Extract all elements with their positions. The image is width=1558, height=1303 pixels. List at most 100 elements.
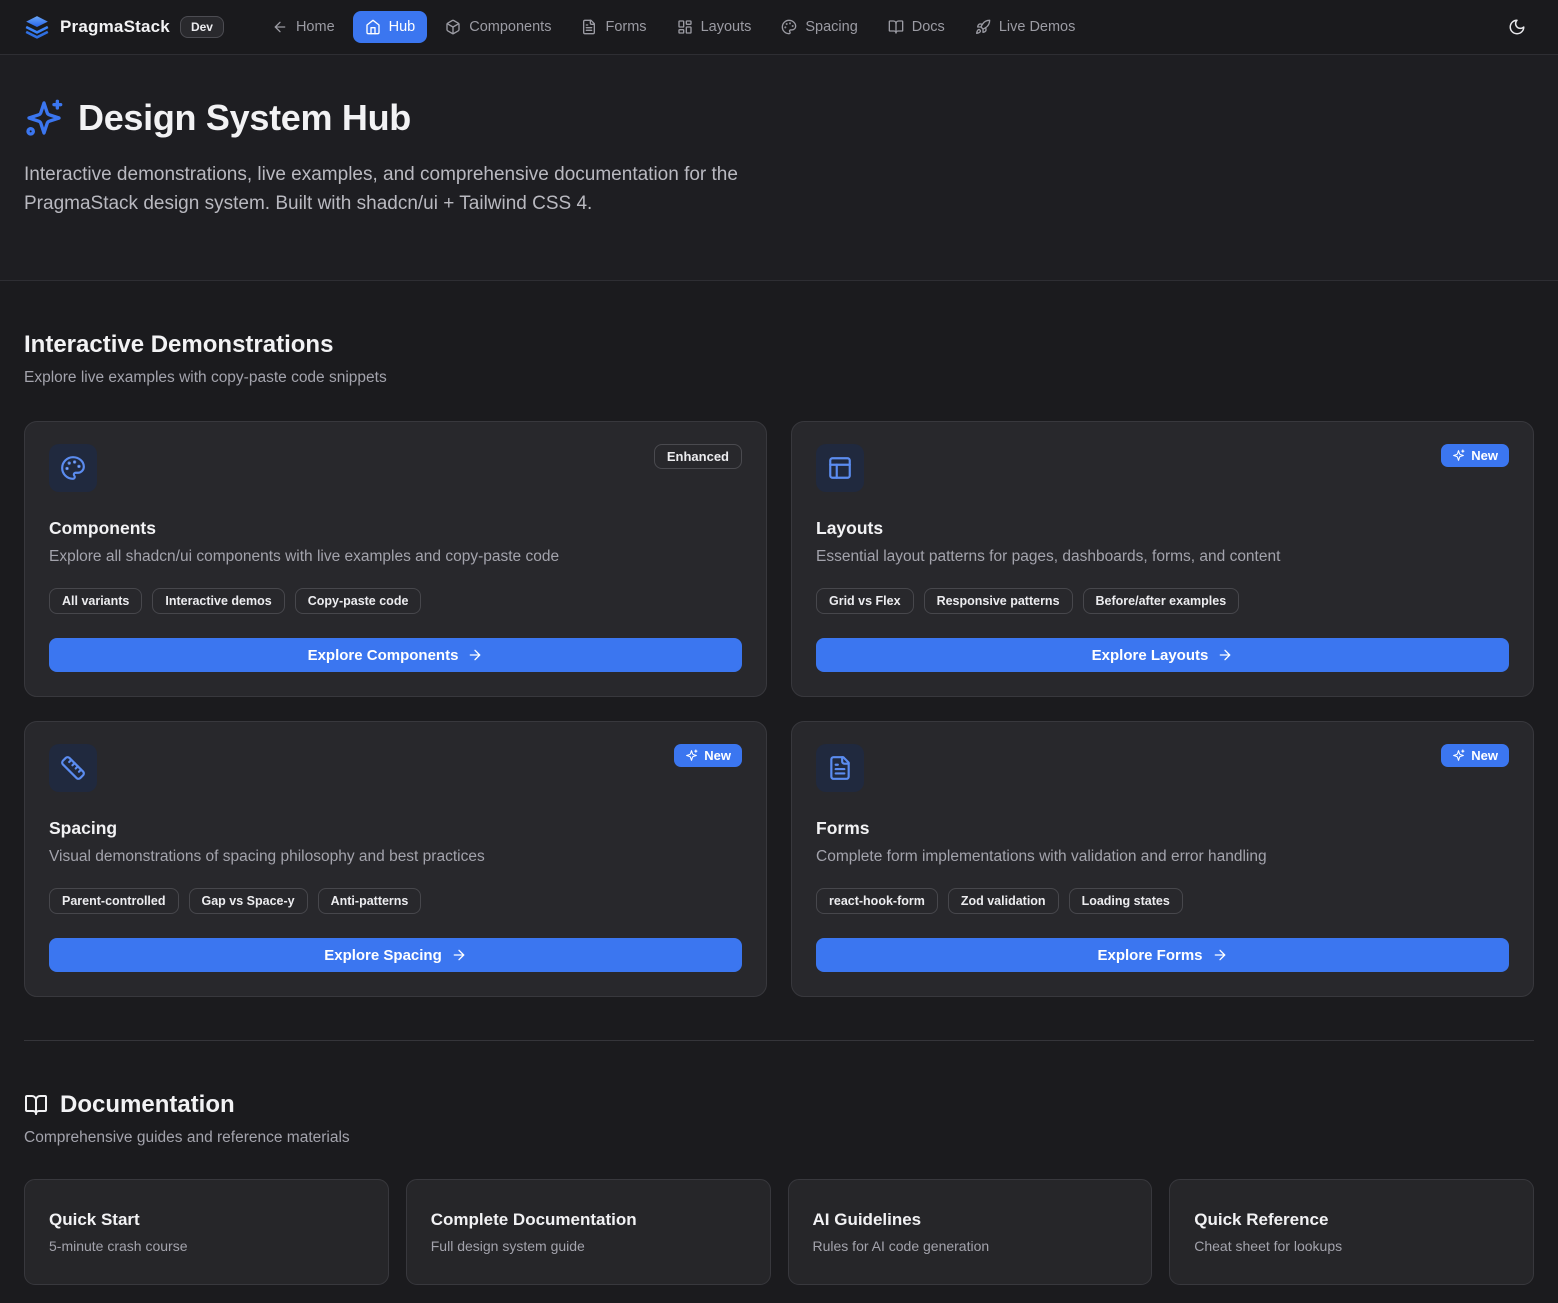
- docs-heading: Documentation: [24, 1091, 1534, 1119]
- tag: Anti-patterns: [318, 888, 422, 914]
- nav-item-layouts[interactable]: Layouts: [665, 11, 764, 43]
- page-title: Design System Hub: [78, 97, 411, 139]
- topbar: PragmaStack Dev Home Hub Components Form…: [0, 0, 1558, 55]
- card-title: Components: [49, 518, 742, 539]
- doc-card-grid: Quick Start 5-minute crash course Comple…: [24, 1179, 1534, 1285]
- doc-card-quick-reference[interactable]: Quick Reference Cheat sheet for lookups: [1169, 1179, 1534, 1285]
- tag: Parent-controlled: [49, 888, 179, 914]
- tag: Before/after examples: [1083, 588, 1240, 614]
- arrow-right-icon: [1217, 647, 1233, 663]
- doc-card-ai-guidelines[interactable]: AI Guidelines Rules for AI code generati…: [788, 1179, 1153, 1285]
- tag: Copy-paste code: [295, 588, 422, 614]
- main-content: Interactive Demonstrations Explore live …: [0, 331, 1558, 1285]
- main-nav: Home Hub Components Forms Layouts Spacin…: [260, 11, 1087, 43]
- tag: Gap vs Space-y: [189, 888, 308, 914]
- nav-item-docs[interactable]: Docs: [876, 11, 957, 43]
- new-badge: New: [1441, 744, 1509, 767]
- tag: All variants: [49, 588, 142, 614]
- theme-toggle-button[interactable]: [1500, 10, 1534, 44]
- docs-subheading: Comprehensive guides and reference mater…: [24, 1129, 1534, 1147]
- doc-card-description: 5-minute crash course: [49, 1238, 364, 1254]
- nav-item-hub[interactable]: Hub: [353, 11, 428, 43]
- card-description: Explore all shadcn/ui components with li…: [49, 548, 742, 566]
- doc-card-title: AI Guidelines: [813, 1210, 1128, 1230]
- dev-badge: Dev: [180, 16, 224, 38]
- nav-item-forms[interactable]: Forms: [569, 11, 658, 43]
- file-text-icon: [581, 19, 597, 35]
- arrow-right-icon: [467, 647, 483, 663]
- tag: Zod validation: [948, 888, 1059, 914]
- sparkles-icon: [1452, 449, 1465, 462]
- new-badge: New: [674, 744, 742, 767]
- doc-card-description: Full design system guide: [431, 1238, 746, 1254]
- tag: Loading states: [1069, 888, 1183, 914]
- tag: react-hook-form: [816, 888, 938, 914]
- demo-card-grid: Enhanced Components Explore all shadcn/u…: [24, 421, 1534, 997]
- doc-card-title: Quick Start: [49, 1210, 364, 1230]
- explore-spacing-button[interactable]: Explore Spacing: [49, 938, 742, 972]
- nav-item-components[interactable]: Components: [433, 11, 563, 43]
- nav-item-live-demos[interactable]: Live Demos: [963, 11, 1088, 43]
- tag: Grid vs Flex: [816, 588, 914, 614]
- tag-row: react-hook-form Zod validation Loading s…: [816, 888, 1509, 914]
- arrow-right-icon: [1212, 947, 1228, 963]
- hero: Design System Hub Interactive demonstrat…: [0, 55, 1558, 281]
- sparkles-icon: [24, 98, 64, 138]
- section-divider: [24, 1040, 1534, 1041]
- layers-logo-icon: [24, 14, 50, 40]
- arrow-left-icon: [272, 19, 288, 35]
- card-title: Spacing: [49, 818, 742, 839]
- tag: Interactive demos: [152, 588, 284, 614]
- demos-section-head: Interactive Demonstrations Explore live …: [24, 331, 1534, 387]
- doc-card-title: Quick Reference: [1194, 1210, 1509, 1230]
- demos-subheading: Explore live examples with copy-paste co…: [24, 369, 1534, 387]
- doc-card-description: Cheat sheet for lookups: [1194, 1238, 1509, 1254]
- arrow-right-icon: [451, 947, 467, 963]
- rocket-icon: [975, 19, 991, 35]
- demos-heading: Interactive Demonstrations: [24, 331, 1534, 359]
- layouts-icon-tile: [816, 444, 864, 492]
- page-subtitle: Interactive demonstrations, live example…: [24, 161, 769, 218]
- tag-row: Grid vs Flex Responsive patterns Before/…: [816, 588, 1509, 614]
- enhanced-badge: Enhanced: [654, 444, 742, 469]
- card-title: Layouts: [816, 518, 1509, 539]
- brand-name: PragmaStack: [60, 17, 170, 37]
- components-icon-tile: [49, 444, 97, 492]
- doc-card-description: Rules for AI code generation: [813, 1238, 1128, 1254]
- tag: Responsive patterns: [924, 588, 1073, 614]
- new-badge: New: [1441, 444, 1509, 467]
- brand[interactable]: PragmaStack Dev: [24, 14, 224, 40]
- doc-card-quick-start[interactable]: Quick Start 5-minute crash course: [24, 1179, 389, 1285]
- home-icon: [365, 19, 381, 35]
- card-description: Complete form implementations with valid…: [816, 848, 1509, 866]
- palette-icon: [781, 19, 797, 35]
- card-description: Visual demonstrations of spacing philoso…: [49, 848, 742, 866]
- demo-card-layouts: New Layouts Essential layout patterns fo…: [791, 421, 1534, 697]
- book-open-icon: [888, 19, 904, 35]
- box-icon: [445, 19, 461, 35]
- moon-icon: [1508, 18, 1526, 36]
- sparkles-icon: [685, 749, 698, 762]
- book-open-icon: [24, 1093, 48, 1117]
- doc-card-title: Complete Documentation: [431, 1210, 746, 1230]
- explore-components-button[interactable]: Explore Components: [49, 638, 742, 672]
- tag-row: Parent-controlled Gap vs Space-y Anti-pa…: [49, 888, 742, 914]
- layout-dashboard-icon: [677, 19, 693, 35]
- palette-icon: [60, 455, 86, 481]
- tag-row: All variants Interactive demos Copy-past…: [49, 588, 742, 614]
- demo-card-spacing: New Spacing Visual demonstrations of spa…: [24, 721, 767, 997]
- explore-layouts-button[interactable]: Explore Layouts: [816, 638, 1509, 672]
- spacing-icon-tile: [49, 744, 97, 792]
- card-title: Forms: [816, 818, 1509, 839]
- nav-item-spacing[interactable]: Spacing: [769, 11, 869, 43]
- forms-icon-tile: [816, 744, 864, 792]
- sparkles-icon: [1452, 749, 1465, 762]
- demo-card-components: Enhanced Components Explore all shadcn/u…: [24, 421, 767, 697]
- doc-card-complete-documentation[interactable]: Complete Documentation Full design syste…: [406, 1179, 771, 1285]
- docs-section-head: Documentation Comprehensive guides and r…: [24, 1091, 1534, 1147]
- ruler-icon: [60, 755, 86, 781]
- layout-template-icon: [827, 455, 853, 481]
- nav-item-home[interactable]: Home: [260, 11, 347, 43]
- demo-card-forms: New Forms Complete form implementations …: [791, 721, 1534, 997]
- explore-forms-button[interactable]: Explore Forms: [816, 938, 1509, 972]
